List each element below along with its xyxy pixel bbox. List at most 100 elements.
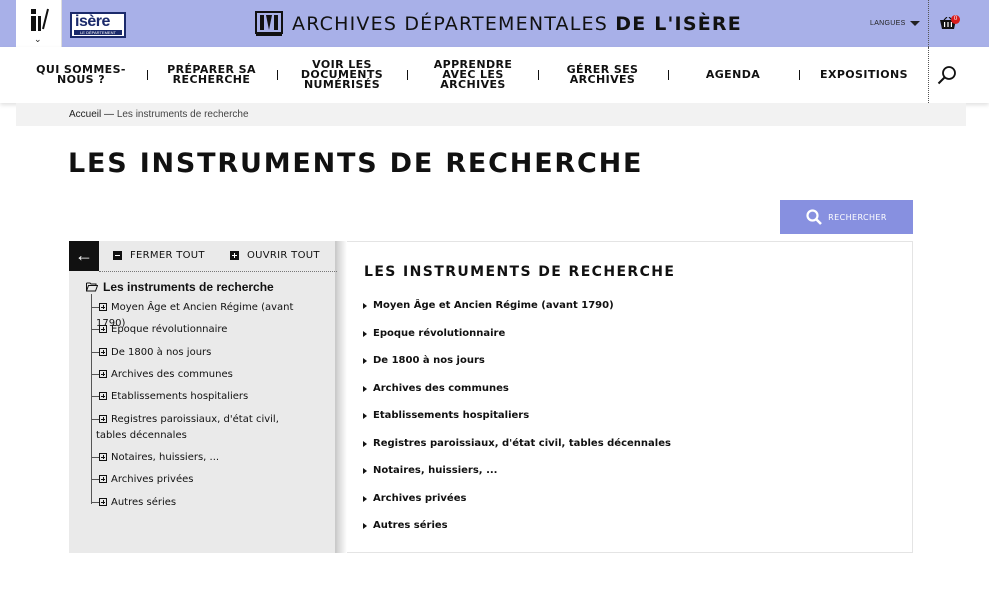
tree-branch (91, 396, 99, 397)
content-link[interactable]: Moyen Âge et Ancien Régime (avant 1790) (363, 300, 614, 311)
expand-icon[interactable] (99, 303, 107, 311)
content-title: LES INSTRUMENTS DE RECHERCHE (364, 264, 676, 280)
nav-item-qui-sommes-nous[interactable]: QUI SOMMES-NOUS ? (36, 47, 126, 103)
main-navigation: QUI SOMMES-NOUS ? PRÉPARER SA RECHERCHE … (0, 47, 989, 103)
tree-node[interactable]: Etablissements hospitaliers (91, 389, 296, 405)
tree-root[interactable]: Les instruments de recherche (86, 280, 274, 294)
expand-icon[interactable] (99, 415, 107, 423)
chevron-down-icon: ⌄ (34, 34, 42, 44)
tree-node[interactable]: De 1800 à nos jours (91, 345, 296, 361)
tree-node[interactable]: Archives des communes (91, 367, 296, 383)
nav-separator (147, 70, 148, 80)
site-title[interactable]: ARCHIVES DÉPARTEMENTALES DE L'ISÈRE (292, 13, 742, 35)
tree-node-label: Etablissements hospitaliers (111, 391, 249, 402)
nav-separator (407, 70, 408, 80)
content-link-label: Archives des communes (373, 383, 509, 394)
tree-node[interactable]: Registres paroissiaux, d'état civil, tab… (91, 412, 296, 444)
search-icon[interactable] (937, 65, 957, 85)
content-link-label: Moyen Âge et Ancien Régime (avant 1790) (373, 300, 614, 311)
tree-branch (91, 419, 99, 420)
content-link[interactable]: Archives privées (363, 493, 466, 504)
site-title-regular: ARCHIVES DÉPARTEMENTALES (292, 13, 609, 35)
content-link[interactable]: De 1800 à nos jours (363, 355, 485, 366)
tree-node-label: Epoque révolutionnaire (111, 324, 228, 335)
expand-icon[interactable] (99, 498, 107, 506)
tree-branch (91, 457, 99, 458)
tree-node[interactable]: Notaires, huissiers, ... (91, 450, 296, 466)
minus-square-icon (113, 251, 122, 260)
page-title: LES INSTRUMENTS DE RECHERCHE (68, 148, 644, 179)
nav-item-apprendre-archives[interactable]: APPRENDRE AVEC LES ARCHIVES (418, 47, 528, 103)
isere-logo-subtext: LE DÉPARTEMENT (74, 30, 122, 35)
close-all-label: FERMER TOUT (130, 250, 205, 261)
tree-branch (91, 502, 99, 503)
content-link-label: Epoque révolutionnaire (373, 328, 506, 339)
header-divider (928, 0, 929, 47)
tree-node-label: Archives des communes (111, 369, 233, 380)
caret-right-icon (363, 467, 367, 474)
tree-root-label: Les instruments de recherche (103, 280, 274, 294)
content-link-label: Archives privées (373, 493, 467, 504)
content-panel (347, 241, 913, 553)
open-all-button[interactable]: OUVRIR TOUT (230, 250, 320, 261)
tree-branch (91, 329, 99, 330)
tree-node-label: De 1800 à nos jours (111, 347, 212, 358)
nav-item-preparer-recherche[interactable]: PRÉPARER SA RECHERCHE (160, 47, 263, 103)
content-link[interactable]: Notaires, huissiers, ... (363, 465, 497, 476)
open-all-label: OUVRIR TOUT (247, 250, 320, 261)
breadcrumb-separator: — (104, 109, 115, 120)
caret-right-icon (363, 330, 367, 337)
caret-right-icon (363, 440, 367, 447)
close-all-button[interactable]: FERMER TOUT (113, 250, 205, 261)
expand-icon[interactable] (99, 475, 107, 483)
site-title-bold: DE L'ISÈRE (615, 13, 742, 35)
tree-panel-shadow (335, 241, 347, 553)
folder-open-icon (86, 282, 98, 292)
tree-branch (91, 374, 99, 375)
content-link-label: Autres séries (373, 520, 448, 531)
nav-item-expositions[interactable]: EXPOSITIONS (812, 47, 916, 103)
rechercher-label: RECHERCHER (828, 212, 887, 222)
isere-logo[interactable]: isère LE DÉPARTEMENT (70, 12, 126, 38)
collapse-panel-button[interactable]: ← (69, 241, 99, 271)
info-menu-button[interactable]: ⌄ (16, 0, 62, 47)
tree-node[interactable]: Autres séries (91, 495, 296, 511)
isere-logo-word: isère (75, 13, 110, 30)
info-icon (31, 8, 49, 31)
expand-icon[interactable] (99, 392, 107, 400)
nav-separator (668, 70, 669, 80)
expand-icon[interactable] (99, 370, 107, 378)
breadcrumb-home-link[interactable]: Accueil (69, 109, 101, 120)
tree-divider (99, 271, 337, 272)
caret-right-icon (363, 385, 367, 392)
content-link[interactable]: Epoque révolutionnaire (363, 328, 505, 339)
magnifier-icon (806, 209, 823, 225)
content-link[interactable]: Registres paroissiaux, d'état civil, tab… (363, 438, 671, 449)
arrow-left-icon: ← (75, 245, 93, 265)
content-link-label: Registres paroissiaux, d'état civil, tab… (373, 438, 671, 449)
rechercher-button[interactable]: RECHERCHER (780, 200, 913, 234)
expand-icon[interactable] (99, 325, 107, 333)
tree-node[interactable]: Archives privées (91, 472, 296, 488)
caret-right-icon (363, 495, 367, 502)
languages-selector[interactable]: LANGUES (870, 20, 906, 27)
cart-count-badge: 0 (951, 15, 960, 24)
nav-item-gerer-archives[interactable]: GÉRER SES ARCHIVES (555, 47, 650, 103)
tree-node[interactable]: Epoque révolutionnaire (91, 322, 296, 338)
nav-separator (277, 70, 278, 80)
breadcrumb-current: Les instruments de recherche (116, 109, 249, 120)
content-link[interactable]: Autres séries (363, 520, 448, 531)
tree-node-label: Autres séries (111, 497, 177, 508)
caret-down-icon[interactable] (910, 21, 920, 26)
content-link[interactable]: Archives des communes (363, 383, 509, 394)
caret-right-icon (363, 357, 367, 364)
expand-icon[interactable] (99, 348, 107, 356)
tree-branch (91, 479, 99, 480)
tree-connector-line (91, 294, 92, 504)
tree-branch (91, 352, 99, 353)
archives-logo-icon[interactable] (255, 11, 283, 37)
expand-icon[interactable] (99, 453, 107, 461)
nav-item-documents-numerises[interactable]: VOIR LES DOCUMENTS NUMÉRISÉS (292, 47, 392, 103)
content-link[interactable]: Etablissements hospitaliers (363, 410, 529, 421)
nav-item-agenda[interactable]: AGENDA (690, 47, 776, 103)
